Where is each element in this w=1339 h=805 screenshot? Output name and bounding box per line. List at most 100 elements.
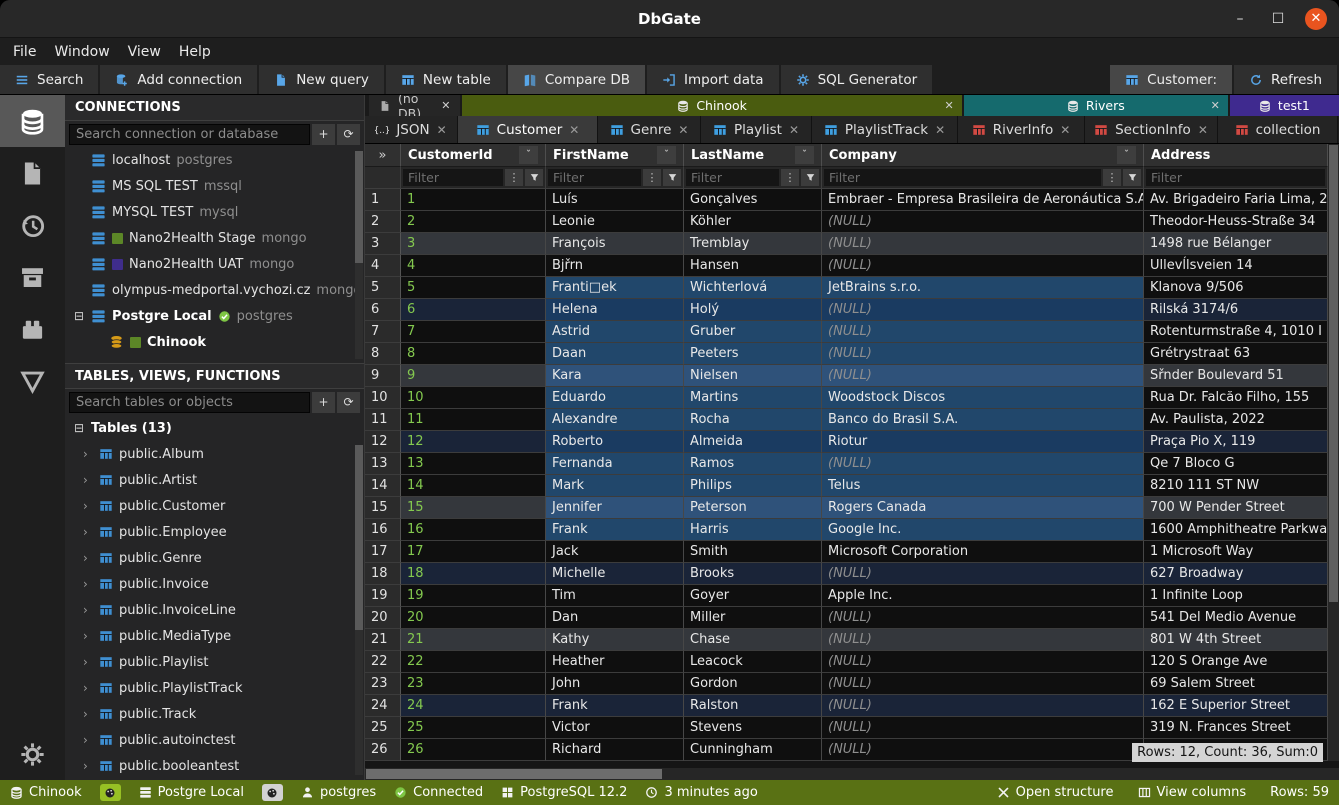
grid-cell[interactable]: Astrid bbox=[546, 321, 684, 343]
tab-playlisttrack[interactable]: PlaylistTrack✕ bbox=[812, 116, 958, 143]
grid-cell[interactable]: Microsoft Corporation bbox=[822, 541, 1144, 563]
tab-sectioninfo[interactable]: SectionInfo✕ bbox=[1085, 116, 1218, 143]
menu-item-file[interactable]: File bbox=[4, 44, 45, 60]
grid-cell[interactable]: (NULL) bbox=[822, 365, 1144, 387]
close-icon[interactable]: ✕ bbox=[678, 123, 688, 137]
close-icon[interactable]: ✕ bbox=[1211, 99, 1220, 112]
grid-cell[interactable]: 1 Microsoft Way bbox=[1144, 541, 1328, 563]
grid-cell[interactable]: Kara bbox=[546, 365, 684, 387]
grid-cell[interactable]: Google Inc. bbox=[822, 519, 1144, 541]
grid-cell[interactable]: 20 bbox=[401, 607, 546, 629]
grid-cell[interactable]: 10 bbox=[401, 387, 546, 409]
grid-cell[interactable]: (NULL) bbox=[822, 299, 1144, 321]
chevron-down-icon[interactable]: ˇ bbox=[519, 146, 538, 164]
row-number[interactable]: 5 bbox=[365, 277, 401, 299]
row-number[interactable]: 16 bbox=[365, 519, 401, 541]
grid-cell[interactable]: 16 bbox=[401, 519, 546, 541]
connection-item[interactable]: olympus-medportal.vychozi.czmongo bbox=[65, 277, 364, 303]
connections-scrollbar[interactable] bbox=[355, 151, 363, 359]
grid-cell[interactable]: (NULL) bbox=[822, 321, 1144, 343]
grid-cell[interactable]: Eduardo bbox=[546, 387, 684, 409]
grid-cell[interactable]: 69 Salem Street bbox=[1144, 673, 1328, 695]
grid-cell[interactable]: (NULL) bbox=[822, 717, 1144, 739]
import-data-button[interactable]: Import data bbox=[647, 65, 781, 94]
row-number[interactable]: 6 bbox=[365, 299, 401, 321]
vertical-scrollbar[interactable] bbox=[1328, 144, 1339, 761]
chevron-right-icon[interactable]: › bbox=[83, 681, 93, 695]
tab-collection[interactable]: collection bbox=[1218, 116, 1338, 143]
row-number[interactable]: 19 bbox=[365, 585, 401, 607]
grid-cell[interactable]: (NULL) bbox=[822, 453, 1144, 475]
column-header-firstname[interactable]: FirstNameˇ bbox=[546, 144, 684, 167]
row-number[interactable]: 17 bbox=[365, 541, 401, 563]
tab-group-nodb[interactable]: (no DB)✕ bbox=[369, 95, 460, 116]
grid-cell[interactable]: Philips bbox=[684, 475, 822, 497]
table-item[interactable]: ›public.Employee bbox=[65, 519, 364, 545]
column-header-lastname[interactable]: LastNameˇ bbox=[684, 144, 822, 167]
grid-cell[interactable]: Helena bbox=[546, 299, 684, 321]
row-number[interactable]: 2 bbox=[365, 211, 401, 233]
grid-cell[interactable]: Gordon bbox=[684, 673, 822, 695]
grid-cell[interactable]: Praça Pio X, 119 bbox=[1144, 431, 1328, 453]
statusbar-item[interactable]: View columns bbox=[1138, 785, 1247, 800]
refresh-tables-button[interactable]: ⟳ bbox=[337, 392, 360, 413]
grid-cell[interactable]: Heather bbox=[546, 651, 684, 673]
activity-file-icon[interactable] bbox=[0, 147, 65, 199]
filter-input[interactable]: Filter bbox=[1146, 169, 1325, 186]
grid-cell[interactable]: Riotur bbox=[822, 431, 1144, 453]
grid-cell[interactable]: Ramos bbox=[684, 453, 822, 475]
grid-cell[interactable]: (NULL) bbox=[822, 695, 1144, 717]
tab-json[interactable]: {..}JSON✕ bbox=[365, 116, 458, 143]
grid-cell[interactable]: Kathy bbox=[546, 629, 684, 651]
grid-cell[interactable]: 24 bbox=[401, 695, 546, 717]
chevron-right-icon[interactable]: › bbox=[83, 499, 93, 513]
grid-cell[interactable]: 26 bbox=[401, 739, 546, 761]
new-query-button[interactable]: New query bbox=[259, 65, 386, 94]
grid-cell[interactable]: 18 bbox=[401, 563, 546, 585]
kebab-menu-icon[interactable]: ⋮ bbox=[505, 169, 523, 186]
statusbar-item[interactable]: Rows: 59 bbox=[1270, 785, 1329, 800]
table-item[interactable]: ›public.Genre bbox=[65, 545, 364, 571]
close-icon[interactable]: ✕ bbox=[1198, 123, 1208, 137]
grid-cell[interactable]: Smith bbox=[684, 541, 822, 563]
grid-cell[interactable]: Av. Brigadeiro Faria Lima, 2 bbox=[1144, 189, 1328, 211]
filter-input[interactable]: Filter bbox=[548, 169, 641, 186]
tables-group-row[interactable]: ⊟Tables (13) bbox=[65, 415, 364, 441]
kebab-menu-icon[interactable]: ⋮ bbox=[1103, 169, 1121, 186]
grid-cell[interactable]: Rotenturmstraße 4, 1010 I bbox=[1144, 321, 1328, 343]
row-number[interactable]: 10 bbox=[365, 387, 401, 409]
connections-search-input[interactable]: Search connection or database bbox=[69, 124, 310, 145]
grid-cell[interactable]: Grétrystraat 63 bbox=[1144, 343, 1328, 365]
statusbar-item[interactable]: Connected bbox=[394, 785, 483, 800]
funnel-icon[interactable] bbox=[1123, 169, 1141, 186]
activity-history-icon[interactable] bbox=[0, 199, 65, 251]
grid-cell[interactable]: 2 bbox=[401, 211, 546, 233]
grid-cell[interactable]: 12 bbox=[401, 431, 546, 453]
row-number[interactable]: 15 bbox=[365, 497, 401, 519]
grid-cell[interactable]: François bbox=[546, 233, 684, 255]
row-number[interactable]: 11 bbox=[365, 409, 401, 431]
filter-input[interactable]: Filter bbox=[686, 169, 779, 186]
row-number[interactable]: 8 bbox=[365, 343, 401, 365]
grid-cell[interactable]: 9 bbox=[401, 365, 546, 387]
statusbar-item[interactable]: Postgre Local bbox=[139, 785, 244, 800]
grid-cell[interactable]: Jack bbox=[546, 541, 684, 563]
chevron-right-icon[interactable]: › bbox=[83, 629, 93, 643]
horizontal-scrollbar[interactable] bbox=[365, 768, 1339, 780]
new-table-button[interactable]: New table bbox=[386, 65, 508, 94]
grid-cell[interactable]: 801 W 4th Street bbox=[1144, 629, 1328, 651]
activity-nabla-icon[interactable] bbox=[0, 355, 65, 407]
chevron-down-icon[interactable]: ˇ bbox=[657, 146, 676, 164]
status-color-badge[interactable] bbox=[262, 784, 283, 801]
grid-cell[interactable]: 8 bbox=[401, 343, 546, 365]
column-header-customerid[interactable]: CustomerIdˇ bbox=[401, 144, 546, 167]
grid-cell[interactable]: Leacock bbox=[684, 651, 822, 673]
activity-database-icon[interactable] bbox=[0, 95, 65, 147]
tables-scrollbar[interactable] bbox=[355, 445, 363, 775]
statusbar-item[interactable]: PostgreSQL 12.2 bbox=[501, 785, 627, 800]
grid-cell[interactable]: (NULL) bbox=[822, 255, 1144, 277]
grid-cell[interactable]: Fernanda bbox=[546, 453, 684, 475]
row-number[interactable]: 20 bbox=[365, 607, 401, 629]
row-number[interactable]: 23 bbox=[365, 673, 401, 695]
column-header-address[interactable]: Address bbox=[1144, 144, 1328, 167]
